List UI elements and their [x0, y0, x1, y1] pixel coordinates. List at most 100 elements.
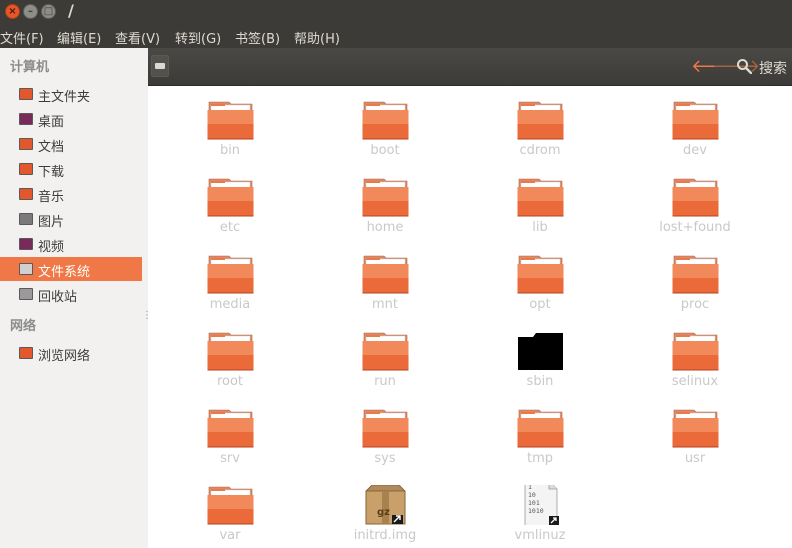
archive-badge-label: gz	[377, 507, 390, 518]
filesystem-drive-icon	[155, 63, 165, 69]
sidebar-item-filesystem[interactable]: 文件系统	[0, 257, 142, 281]
sidebar-item-pictures[interactable]: 图片	[0, 207, 142, 231]
sidebar-item-label: 下载	[38, 165, 65, 180]
folder-item-lost-found[interactable]: lost+found	[635, 163, 755, 239]
sidebar-item-label: 主文件夹	[38, 90, 91, 105]
menu-help[interactable]: 帮助(H)	[294, 28, 340, 47]
sidebar-item-trash[interactable]: 回收站	[0, 282, 142, 306]
folder-icon	[207, 408, 254, 448]
folder-item-boot[interactable]: boot	[325, 86, 445, 162]
sidebar-item-network[interactable]: 浏览网络	[0, 341, 142, 365]
file-name-label: initrd.img	[353, 528, 417, 543]
folder-icon	[362, 331, 409, 371]
search-button-label[interactable]: 搜索	[759, 58, 787, 78]
menu-bookmarks[interactable]: 书签(B)	[235, 28, 280, 47]
file-name-label: etc	[219, 220, 241, 235]
archive-icon: gz	[362, 484, 409, 525]
folder-icon	[207, 485, 254, 525]
binary-file-icon: 1 10 101 1010	[517, 480, 564, 528]
file-name-label: root	[216, 374, 244, 389]
folder-item-run[interactable]: run	[325, 317, 445, 393]
folder-item-root[interactable]: root	[170, 317, 290, 393]
menu-view[interactable]: 查看(V)	[115, 28, 160, 47]
folder-icon	[362, 408, 409, 448]
pictures-icon	[19, 213, 33, 225]
file-name-label: run	[374, 374, 396, 389]
sidebar-heading-computer: 计算机	[10, 60, 50, 75]
minimize-window-button[interactable]: –	[23, 4, 38, 19]
close-icon: ×	[8, 6, 17, 17]
file-item-vmlinuz[interactable]: 1 10 101 1010 vmlinuz	[480, 471, 600, 547]
documents-icon	[19, 138, 33, 150]
sidebar-item-videos[interactable]: 视频	[0, 232, 142, 256]
folder-item-dev[interactable]: dev	[635, 86, 755, 162]
sidebar-item-home-folder[interactable]: 主文件夹	[0, 82, 142, 106]
file-item-initrd-img[interactable]: gz initrd.img	[325, 471, 445, 547]
folder-icon	[517, 331, 564, 371]
file-name-label: sys	[374, 451, 396, 466]
folder-item-home[interactable]: home	[325, 163, 445, 239]
folder-item-mnt[interactable]: mnt	[325, 240, 445, 316]
file-name-label: lost+found	[659, 220, 731, 235]
folder-item-sbin[interactable]: sbin	[480, 317, 600, 393]
folder-item-tmp[interactable]: tmp	[480, 394, 600, 470]
folder-item-cdrom[interactable]: cdrom	[480, 86, 600, 162]
folder-icon	[517, 254, 564, 294]
folder-icon	[672, 331, 719, 371]
folder-item-selinux[interactable]: selinux	[635, 317, 755, 393]
folder-icon	[362, 100, 409, 140]
file-name-label: var	[219, 528, 241, 543]
file-name-label: boot	[370, 143, 400, 158]
folder-icon	[207, 331, 254, 371]
folder-icon	[362, 177, 409, 217]
folder-item-srv[interactable]: srv	[170, 394, 290, 470]
folder-icon	[362, 254, 409, 294]
toolbar: 🡐 🡒 搜索	[148, 48, 792, 86]
file-name-label: media	[209, 297, 251, 312]
close-window-button[interactable]: ×	[5, 4, 20, 19]
sidebar-item-desktop[interactable]: 桌面	[0, 107, 142, 131]
search-icon[interactable]	[736, 58, 752, 74]
sidebar-item-label: 文件系统	[38, 265, 91, 280]
folder-item-opt[interactable]: opt	[480, 240, 600, 316]
file-name-label: cdrom	[519, 143, 561, 158]
home-folder-icon	[19, 88, 33, 100]
menu-file[interactable]: 文件(F)	[0, 28, 44, 47]
menu-edit[interactable]: 编辑(E)	[57, 28, 101, 47]
downloads-icon	[19, 163, 33, 175]
path-bar-root-button[interactable]	[151, 55, 169, 77]
sidebar-item-documents[interactable]: 文档	[0, 132, 142, 156]
binary-digits-line: 101	[528, 499, 540, 507]
folder-item-var[interactable]: var	[170, 471, 290, 547]
sidebar-item-label: 回收站	[38, 290, 78, 305]
file-name-label: lib	[532, 220, 548, 235]
folder-item-usr[interactable]: usr	[635, 394, 755, 470]
sidebar-item-label: 视频	[38, 240, 65, 255]
folder-icon	[207, 254, 254, 294]
maximize-window-button[interactable]: □	[41, 4, 56, 19]
folder-icon	[672, 100, 719, 140]
sidebar-item-music[interactable]: 音乐	[0, 182, 142, 206]
sidebar-item-downloads[interactable]: 下载	[0, 157, 142, 181]
folder-item-sys[interactable]: sys	[325, 394, 445, 470]
file-name-label: proc	[680, 297, 710, 312]
folder-icon	[207, 177, 254, 217]
network-icon	[19, 347, 33, 359]
sidebar-heading-network: 网络	[10, 319, 37, 334]
file-name-label: dev	[683, 143, 707, 158]
folder-icon	[207, 100, 254, 140]
menu-go[interactable]: 转到(G)	[175, 28, 221, 47]
folder-item-lib[interactable]: lib	[480, 163, 600, 239]
menu-bar: 文件(F) 编辑(E) 查看(V) 转到(G) 书签(B) 帮助(H)	[0, 24, 792, 48]
folder-icon	[672, 254, 719, 294]
folder-item-media[interactable]: media	[170, 240, 290, 316]
videos-icon	[19, 238, 33, 250]
folder-item-etc[interactable]: etc	[170, 163, 290, 239]
maximize-icon: □	[43, 6, 54, 17]
folder-item-proc[interactable]: proc	[635, 240, 755, 316]
file-name-label: tmp	[526, 451, 553, 466]
trash-icon	[19, 288, 33, 300]
file-name-label: home	[366, 220, 404, 235]
file-name-label: bin	[219, 143, 241, 158]
folder-item-bin[interactable]: bin	[170, 86, 290, 162]
